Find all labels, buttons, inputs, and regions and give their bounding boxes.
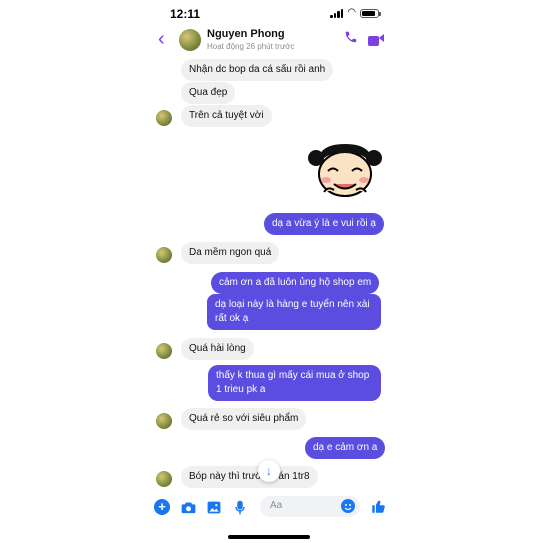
contact-name[interactable]: Nguyen Phong [207,28,285,40]
signal-icon [330,8,344,18]
message-bubble-outgoing[interactable]: cảm ơn a đã luôn ủng hộ shop em [211,272,380,294]
sender-avatar [156,247,172,263]
message-bubble-outgoing[interactable]: dạ e cảm ơn a [305,437,386,459]
status-bar: 12:11 ◠ [146,0,391,26]
right-margin [391,0,543,543]
scroll-down-arrow-icon[interactable]: ↓ [258,460,280,482]
message-bubble-incoming[interactable]: Da mềm ngon quá [181,242,280,264]
phone-screen: 12:11 ◠ ‹ Nguyen Phong Hoạt động 26 phút… [146,0,391,543]
sender-avatar [156,110,172,126]
message-bubble-incoming[interactable]: Trên cả tuyệt vời [181,105,272,127]
battery-icon [360,8,381,18]
gallery-icon[interactable] [206,499,222,515]
message-bubble-incoming[interactable]: Qua đẹp [181,82,236,104]
message-bubble-outgoing[interactable]: dạ loại này là hàng e tuyển nên xài rất … [207,294,381,330]
status-icons: ◠ [330,7,381,18]
status-time: 12:11 [170,7,201,21]
message-bubble-incoming[interactable]: Quá hài lòng [181,338,254,360]
message-bubble-incoming[interactable]: Nhận dc bop da cá sấu rồi anh [181,59,334,81]
sender-avatar [156,471,172,487]
composer-bar: + Aa [146,495,391,521]
microphone-icon[interactable] [232,499,248,515]
laughing-girl-sticker[interactable] [306,138,384,200]
message-input[interactable]: Aa [260,496,360,517]
home-indicator [228,535,310,539]
video-call-icon[interactable] [368,33,384,51]
contact-avatar[interactable] [179,29,201,51]
contact-status: Hoạt động 26 phút trước [207,42,295,51]
thumbs-up-icon[interactable] [370,498,386,514]
message-bubble-incoming[interactable]: Quá rẻ so với siêu phẩm [181,408,307,430]
plus-icon[interactable]: + [154,499,170,515]
left-margin [0,0,146,543]
chat-header: ‹ Nguyen Phong Hoạt động 26 phút trước [146,26,391,56]
message-bubble-outgoing[interactable]: thấy k thua gì mấy cái mua ở shop 1 trie… [208,365,381,401]
sender-avatar [156,413,172,429]
back-chevron-icon[interactable]: ‹ [158,29,165,49]
camera-icon[interactable] [180,499,196,515]
wifi-icon: ◠ [347,7,356,18]
message-bubble-outgoing[interactable]: dạ a vừa ý là e vui rồi ạ [264,213,384,235]
sender-avatar [156,343,172,359]
message-bubble-incoming[interactable]: Bóp này thì trướ án 1tr8 [181,466,318,488]
phone-icon[interactable] [344,30,358,48]
emoji-icon[interactable] [341,499,355,513]
message-input-placeholder: Aa [270,500,283,511]
